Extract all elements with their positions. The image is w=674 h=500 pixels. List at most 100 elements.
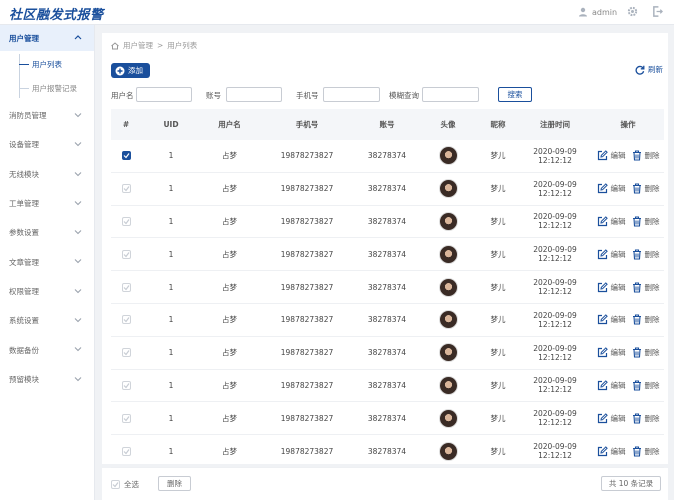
cell-uid: 1 <box>168 348 174 358</box>
sidebar-subitem-alarm-records[interactable]: 用户报警记录 <box>19 83 77 94</box>
cell-nickname: 梦儿 <box>490 446 506 456</box>
breadcrumb-item[interactable]: 用户管理 <box>123 40 153 51</box>
account-filter-input[interactable] <box>226 87 282 102</box>
delete-button[interactable]: 删除 <box>632 413 660 424</box>
avatar <box>438 343 458 363</box>
cell-nickname: 梦儿 <box>490 249 506 259</box>
column-header[interactable]: 手机号 <box>258 119 356 130</box>
sidebar-item-user-management[interactable]: 用户管理 <box>0 25 94 51</box>
column-header[interactable]: 注册时间 <box>518 119 592 130</box>
row-checkbox[interactable] <box>121 216 131 226</box>
delete-button[interactable]: 删除 <box>632 150 660 161</box>
chevron-down-icon <box>74 347 82 352</box>
delete-button[interactable]: 删除 <box>632 216 660 227</box>
edit-button[interactable]: 编辑 <box>597 281 626 293</box>
sidebar-subitem-user-list[interactable]: 用户列表 <box>19 59 62 70</box>
cell-register-time: 2020-09-09 12:12:12 <box>533 146 577 165</box>
trash-icon <box>632 150 641 161</box>
add-button-label: 添加 <box>128 66 143 75</box>
user-table: # UID 用户名 手机号 账号 头像 昵称 注册时间 操作 1 占梦 198782… <box>111 109 664 468</box>
cell-account: 38278374 <box>367 380 407 390</box>
delete-button[interactable]: 删除 <box>632 249 660 260</box>
row-checkbox[interactable] <box>121 446 131 456</box>
user-menu[interactable]: admin <box>578 7 617 17</box>
delete-button[interactable]: 删除 <box>632 183 660 194</box>
edit-button[interactable]: 编辑 <box>597 445 626 457</box>
sidebar-item[interactable]: 参数设置 <box>0 218 94 247</box>
delete-button[interactable]: 删除 <box>632 282 660 293</box>
username-filter-input[interactable] <box>136 87 192 102</box>
delete-button[interactable]: 删除 <box>632 380 660 391</box>
trash-icon <box>632 446 641 457</box>
table-row: 1 占梦 19878273827 38278374 梦儿 2020-09-09 12:12… <box>111 206 664 239</box>
phone-filter-input[interactable] <box>323 87 380 102</box>
sidebar-item[interactable]: 工单管理 <box>0 189 94 218</box>
breadcrumb: 用户管理 > 用户列表 <box>111 40 197 51</box>
row-checkbox[interactable] <box>121 282 131 292</box>
bulk-delete-button[interactable]: 删除 <box>158 476 191 491</box>
delete-label: 删除 <box>644 282 660 292</box>
sidebar-item[interactable]: 权限管理 <box>0 277 94 306</box>
column-header[interactable]: 用户名 <box>201 119 258 130</box>
cell-register-time: 2020-09-09 12:12:12 <box>533 310 577 329</box>
row-checkbox[interactable] <box>121 380 131 390</box>
sidebar-item[interactable]: 设备管理 <box>0 130 94 159</box>
cell-account: 38278374 <box>367 446 407 456</box>
sidebar-item[interactable]: 预留模块 <box>0 365 94 394</box>
row-checkbox[interactable] <box>121 413 131 423</box>
row-checkbox[interactable] <box>121 315 131 325</box>
sidebar-item-label: 预留模块 <box>9 374 39 384</box>
row-checkbox[interactable] <box>121 348 131 358</box>
trash-icon <box>632 380 641 391</box>
edit-button[interactable]: 编辑 <box>597 314 626 325</box>
sidebar-item-label: 设备管理 <box>9 140 39 150</box>
edit-button[interactable]: 编辑 <box>597 412 626 424</box>
column-header[interactable]: 账号 <box>356 119 418 130</box>
delete-button[interactable]: 删除 <box>632 314 660 325</box>
sidebar-item[interactable]: 消防员管理 <box>0 101 94 130</box>
sidebar-item-label: 系统设置 <box>9 316 39 326</box>
cell-account: 38278374 <box>367 249 407 259</box>
cell-phone: 19878273827 <box>280 184 334 194</box>
delete-button[interactable]: 删除 <box>632 446 660 457</box>
edit-label: 编辑 <box>610 249 626 259</box>
sidebar-item[interactable]: 系统设置 <box>0 306 94 335</box>
avatar <box>438 375 458 395</box>
sidebar-item[interactable]: 无线模块 <box>0 160 94 189</box>
delete-label: 删除 <box>644 315 660 325</box>
row-checkbox[interactable] <box>121 151 131 161</box>
cell-phone: 19878273827 <box>280 216 334 226</box>
avatar <box>438 244 458 264</box>
edit-button[interactable]: 编辑 <box>597 183 626 194</box>
logout-button[interactable] <box>652 6 663 19</box>
main-panel: 用户管理 > 用户列表 添加 刷新 用户名 账号 手机号 模糊查询 搜索 # U… <box>102 33 668 468</box>
edit-button[interactable]: 编辑 <box>597 150 626 161</box>
row-checkbox[interactable] <box>121 249 131 259</box>
account-filter-label: 账号 <box>206 91 221 100</box>
edit-button[interactable]: 编辑 <box>597 248 626 260</box>
cell-account: 38278374 <box>367 413 407 423</box>
refresh-button[interactable]: 刷新 <box>635 64 663 75</box>
sidebar-item[interactable]: 数据备份 <box>0 335 94 364</box>
row-checkbox[interactable] <box>121 184 131 194</box>
select-all-checkbox[interactable]: 全选 <box>111 479 139 490</box>
search-button[interactable]: 搜索 <box>498 87 532 102</box>
settings-button[interactable] <box>627 6 638 19</box>
edit-button[interactable]: 编辑 <box>597 380 626 391</box>
column-header[interactable]: 昵称 <box>478 119 518 130</box>
cell-username: 占梦 <box>222 413 237 423</box>
cell-username: 占梦 <box>222 446 237 456</box>
fuzzy-search-input[interactable] <box>422 87 479 102</box>
edit-icon <box>597 347 608 358</box>
delete-button[interactable]: 删除 <box>632 347 660 358</box>
edit-button[interactable]: 编辑 <box>597 347 626 358</box>
sidebar-item[interactable]: 文章管理 <box>0 247 94 276</box>
column-header[interactable]: UID <box>141 120 201 129</box>
add-button[interactable]: 添加 <box>111 63 150 78</box>
checkbox[interactable] <box>111 480 120 489</box>
trash-icon <box>632 282 641 293</box>
cell-uid: 1 <box>168 184 174 194</box>
column-header: 操作 <box>620 120 636 129</box>
cell-uid: 1 <box>168 282 174 292</box>
edit-button[interactable]: 编辑 <box>597 216 626 227</box>
